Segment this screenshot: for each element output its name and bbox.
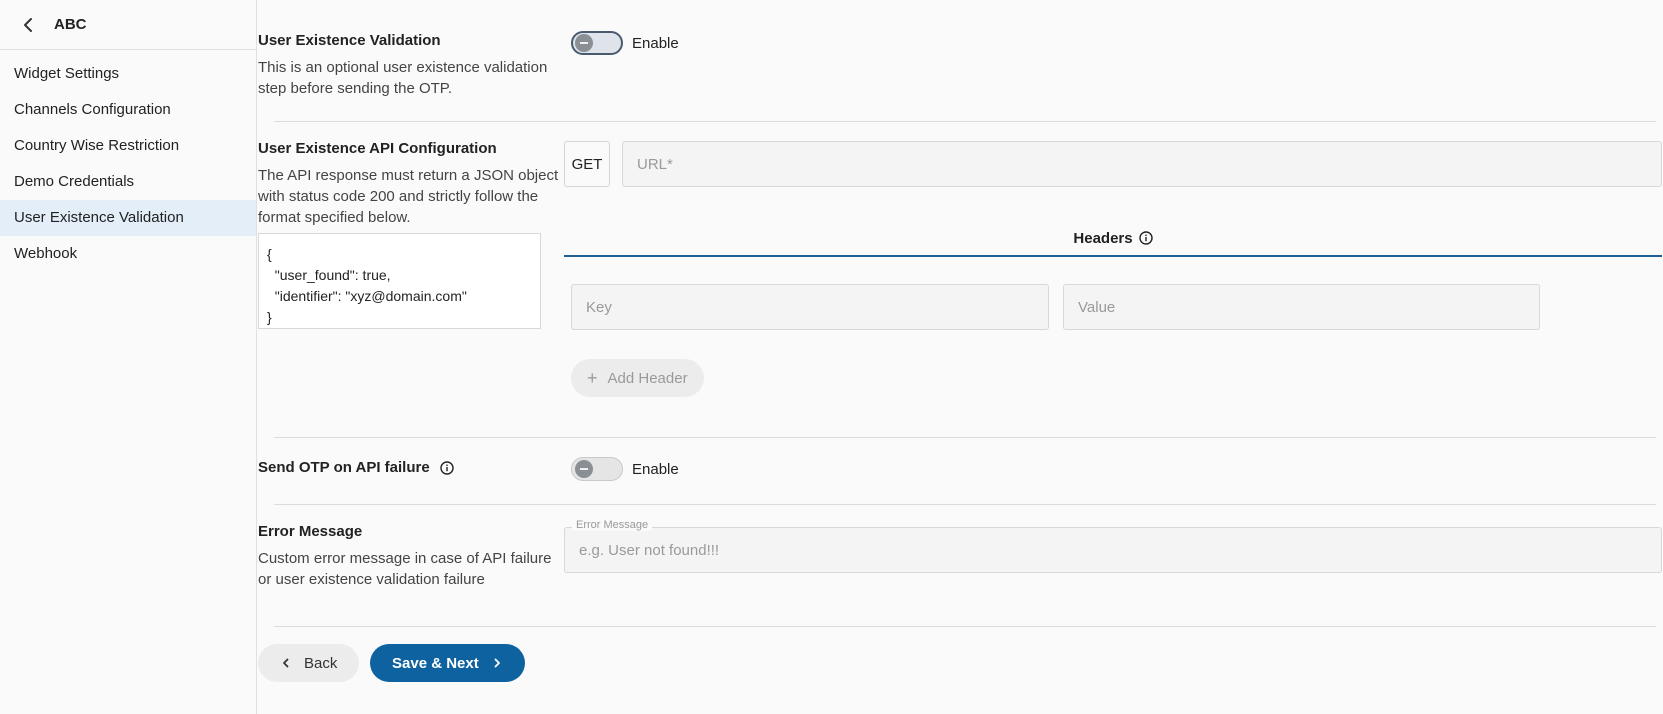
user-existence-toggle-label: Enable: [632, 35, 679, 52]
headers-tab-label: Headers: [1073, 229, 1133, 247]
send-otp-title-text: Send OTP on API failure: [258, 459, 430, 476]
header-value-input[interactable]: [1063, 284, 1540, 330]
api-config-desc-2: with status code 200 and strictly follow…: [258, 188, 539, 205]
back-button[interactable]: Back: [258, 644, 360, 682]
chevron-left-icon: [280, 657, 292, 669]
user-existence-toggle[interactable]: [571, 31, 623, 55]
send-otp-toggle[interactable]: [571, 457, 623, 481]
divider: [274, 626, 1656, 627]
api-config-desc-3: format specified below.: [258, 209, 411, 226]
error-message-title: Error Message: [258, 523, 363, 540]
error-message-desc-1: Custom error message in case of API fail…: [258, 550, 552, 567]
sidebar-item-channels-configuration[interactable]: Channels Configuration: [0, 92, 256, 128]
info-icon[interactable]: [440, 461, 454, 475]
json-sample: { "user_found": true, "identifier": "xyz…: [258, 233, 541, 329]
error-message-desc-2: or user existence validation failure: [258, 571, 485, 588]
toggle-knob: [575, 34, 593, 52]
add-header-button[interactable]: + Add Header: [571, 359, 704, 397]
sidebar-nav: Widget Settings Channels Configuration C…: [0, 50, 256, 272]
sidebar-header: ABC: [0, 0, 256, 50]
http-method-select[interactable]: GET: [564, 141, 610, 187]
divider: [274, 121, 1656, 122]
sidebar-title: ABC: [54, 16, 87, 33]
user-existence-title: User Existence Validation: [258, 32, 441, 49]
toggle-knob: [575, 460, 593, 478]
divider: [274, 504, 1656, 505]
send-otp-toggle-label: Enable: [632, 461, 679, 478]
sidebar-item-webhook[interactable]: Webhook: [0, 236, 256, 272]
chevron-left-icon[interactable]: [18, 15, 38, 35]
user-existence-desc-1: This is an optional user existence valid…: [258, 59, 548, 76]
plus-icon: +: [587, 367, 598, 388]
sidebar-item-demo-credentials[interactable]: Demo Credentials: [0, 164, 256, 200]
info-icon[interactable]: [1138, 231, 1153, 245]
api-config-desc-1: The API response must return a JSON obje…: [258, 167, 559, 184]
api-config-title: User Existence API Configuration: [258, 140, 497, 157]
chevron-right-icon: [491, 657, 503, 669]
sidebar-item-widget-settings[interactable]: Widget Settings: [0, 56, 256, 92]
divider: [274, 437, 1656, 438]
save-next-button[interactable]: Save & Next: [370, 644, 525, 682]
header-key-input[interactable]: [571, 284, 1049, 330]
send-otp-title: Send OTP on API failure: [258, 459, 454, 476]
user-existence-desc-2: step before sending the OTP.: [258, 80, 453, 97]
error-message-input[interactable]: [564, 527, 1662, 573]
sidebar: ABC Widget Settings Channels Configurati…: [0, 0, 257, 714]
add-header-label: Add Header: [607, 369, 688, 387]
error-message-field-label: Error Message: [572, 519, 653, 531]
save-next-label: Save & Next: [392, 654, 479, 672]
tab-headers[interactable]: Headers: [564, 221, 1662, 257]
sidebar-item-user-existence-validation[interactable]: User Existence Validation: [0, 200, 256, 236]
sidebar-item-country-wise-restriction[interactable]: Country Wise Restriction: [0, 128, 256, 164]
back-button-label: Back: [304, 654, 338, 672]
url-input[interactable]: [622, 141, 1662, 187]
main-content: User Existence Validation This is an opt…: [258, 0, 1663, 714]
